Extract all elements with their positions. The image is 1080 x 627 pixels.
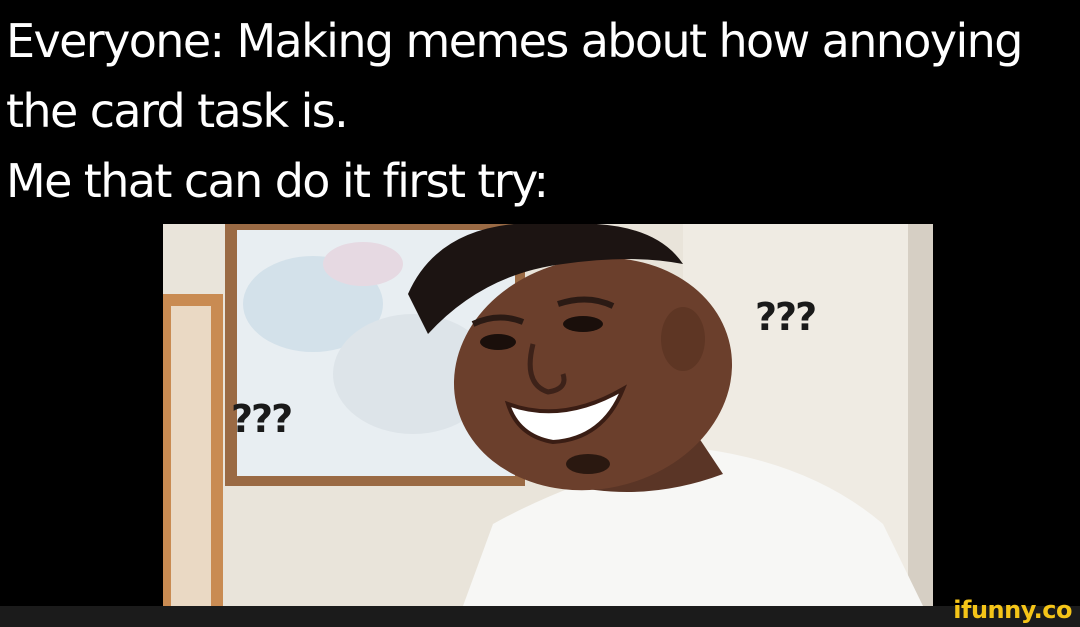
reaction-photo: ??? ??? [163,224,933,606]
caption-line-3: Me that can do it first try: [6,154,549,208]
ifunny-watermark: ifunny.co [953,596,1072,624]
footer-bar [0,606,1080,627]
question-marks-right: ??? [755,295,817,339]
caption-line-1: Everyone: Making memes about how annoyin… [6,14,1023,68]
meme-caption: Everyone: Making memes about how annoyin… [6,6,1066,216]
caption-line-2: the card task is. [6,84,349,138]
meme-canvas: Everyone: Making memes about how annoyin… [0,0,1080,627]
question-marks-left: ??? [231,397,293,441]
